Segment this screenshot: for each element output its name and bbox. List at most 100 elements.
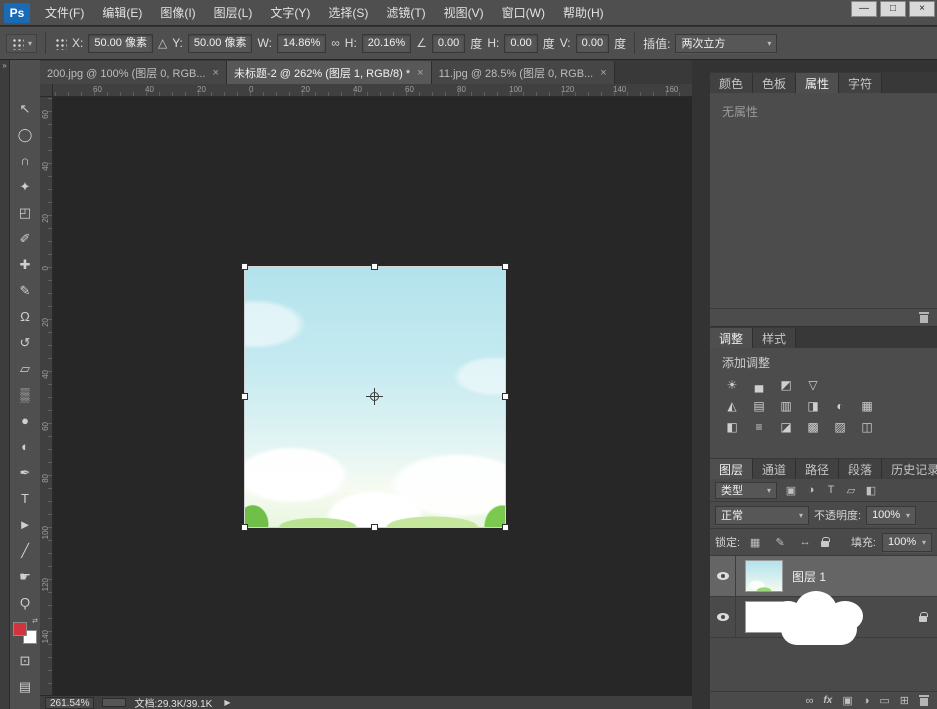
crop-tool[interactable]: ◰ [12,200,38,225]
transform-handle-w[interactable] [241,393,248,400]
menu-item[interactable]: 图像(I) [151,4,204,21]
tool-preset-picker[interactable] [6,33,38,53]
panel-tab[interactable]: 颜色 [710,73,754,93]
gradient-tool[interactable]: ▒ [12,382,38,407]
eraser-tool[interactable]: ▱ [12,356,38,381]
y-input[interactable]: 50.00 像素 [187,33,253,53]
brightness-contrast-icon[interactable]: ☀ [724,378,740,392]
layer-row[interactable]: 图层 1 [710,556,937,597]
quick-mask-button[interactable]: ⊡ [12,648,38,673]
h-skew-input[interactable]: 0.00 [504,33,538,53]
eyedropper-tool[interactable]: ✐ [12,226,38,251]
lock-all-icon[interactable] [821,537,831,547]
panel-tab[interactable]: 图层 [710,459,754,479]
restore-button[interactable]: □ [880,1,906,17]
status-menu-arrow-icon[interactable]: ▶ [224,698,230,707]
layer-filter-kind-select[interactable]: 类型 [715,481,777,499]
transform-handle-e[interactable] [502,393,509,400]
horizontal-ruler[interactable]: 60 40 20 0 20 40 60 80 100 120 140 160 [53,84,692,97]
tab-close-icon[interactable]: × [213,67,219,79]
delete-properties-icon[interactable] [919,312,929,323]
filter-adjustment-layers-icon[interactable]: ◑ [802,482,820,498]
channel-mixer-icon[interactable]: ▦ [859,399,875,413]
menu-item[interactable]: 帮助(H) [554,4,613,21]
healing-brush-tool[interactable]: ✚ [12,252,38,277]
menu-item[interactable]: 图层(L) [205,4,262,21]
black-white-icon[interactable]: ◨ [805,399,821,413]
quick-selection-tool[interactable]: ✦ [12,174,38,199]
pen-tool[interactable]: ✒ [12,460,38,485]
transform-handle-s[interactable] [371,524,378,531]
delete-layer-icon[interactable] [919,695,929,706]
color-lookup-icon[interactable]: ◫ [859,420,875,434]
new-adjustment-layer-icon[interactable]: ◑ [863,695,870,707]
fill-select[interactable]: 100% [882,532,932,552]
transform-handle-n[interactable] [371,263,378,270]
foreground-color-swatch[interactable] [13,622,27,636]
x-input[interactable]: 50.00 像素 [88,33,153,53]
document-tab[interactable]: 11.jpg @ 28.5% (图层 0, RGB... × [431,61,615,84]
width-input[interactable]: 14.86% [276,33,327,53]
posterize-icon[interactable]: ≡ [751,420,767,434]
dodge-tool[interactable]: ◐ [12,434,38,459]
reference-point-locator[interactable] [54,36,68,50]
menu-item[interactable]: 选择(S) [319,4,377,21]
collapse-panel-icon[interactable]: » [0,60,9,72]
panel-tab[interactable]: 色板 [753,73,797,93]
vibrance-icon[interactable]: ◭ [724,399,740,413]
threshold-icon[interactable]: ◪ [778,420,794,434]
shape-tool[interactable]: ╱ [12,538,38,563]
panel-tab[interactable]: 调整 [710,328,754,348]
panel-tab[interactable]: 段落 [839,459,883,479]
brush-tool[interactable]: ✎ [12,278,38,303]
layer-row[interactable]: 背景 [710,597,937,638]
menu-item[interactable]: 文字(Y) [261,4,319,21]
selective-color-icon[interactable]: ▨ [832,420,848,434]
transform-handle-sw[interactable] [241,524,248,531]
layer-visibility-toggle[interactable] [710,556,736,596]
filter-smart-object-icon[interactable]: ◧ [862,482,880,498]
lock-transparency-icon[interactable]: ▦ [746,534,764,550]
move-tool[interactable]: ↖ [12,96,38,121]
panel-tab[interactable]: 字符 [839,73,883,93]
blur-tool[interactable]: ● [12,408,38,433]
color-balance-icon[interactable]: ▥ [778,399,794,413]
hue-saturation-icon[interactable]: ▤ [751,399,767,413]
panel-tab[interactable]: 通道 [753,459,797,479]
vertical-ruler[interactable]: 60 40 20 0 20 40 60 80 100 120 140 [40,97,53,695]
panel-tab[interactable]: 属性 [796,73,840,93]
panel-tab[interactable]: 路径 [796,459,840,479]
canvas[interactable] [53,97,692,695]
minimize-button[interactable]: — [851,1,877,17]
v-skew-input[interactable]: 0.00 [575,33,610,53]
path-selection-tool[interactable]: ► [12,512,38,537]
panel-tab[interactable]: 样式 [753,328,797,348]
menu-item[interactable]: 文件(F) [36,4,93,21]
new-group-icon[interactable]: ▭ [879,694,889,707]
photo-filter-icon[interactable]: ◐ [832,399,848,413]
swap-colors-icon[interactable]: ⇄ [32,617,38,625]
reference-point-icon[interactable] [366,388,383,405]
menu-item[interactable]: 窗口(W) [493,4,554,21]
interpolation-select[interactable]: 两次立方 [675,33,778,53]
status-scrubber[interactable] [102,698,127,707]
layer-visibility-toggle[interactable] [710,597,736,637]
tab-close-icon[interactable]: × [600,67,606,79]
history-brush-tool[interactable]: ↺ [12,330,38,355]
gradient-map-icon[interactable]: ▩ [805,420,821,434]
blend-mode-select[interactable]: 正常 [715,505,809,525]
lock-position-icon[interactable]: ↔ [796,534,814,550]
invert-icon[interactable]: ◧ [724,420,740,434]
transform-handle-nw[interactable] [241,263,248,270]
transform-handle-ne[interactable] [502,263,509,270]
curves-icon[interactable]: ◩ [778,378,794,392]
marquee-tool[interactable]: ◯ [12,122,38,147]
document-tab[interactable]: 200.jpg @ 100% (图层 0, RGB... × [40,61,227,84]
menu-item[interactable]: 编辑(E) [93,4,151,21]
exposure-icon[interactable]: ▽ [805,378,821,392]
zoom-tool[interactable]: Ϙ [12,590,38,615]
document-tab[interactable]: 未标题-2 @ 262% (图层 1, RGB/8) * × [226,61,432,84]
tab-close-icon[interactable]: × [417,67,423,79]
levels-icon[interactable]: ▄ [751,378,767,392]
link-layers-icon[interactable]: ∞ [806,695,814,707]
